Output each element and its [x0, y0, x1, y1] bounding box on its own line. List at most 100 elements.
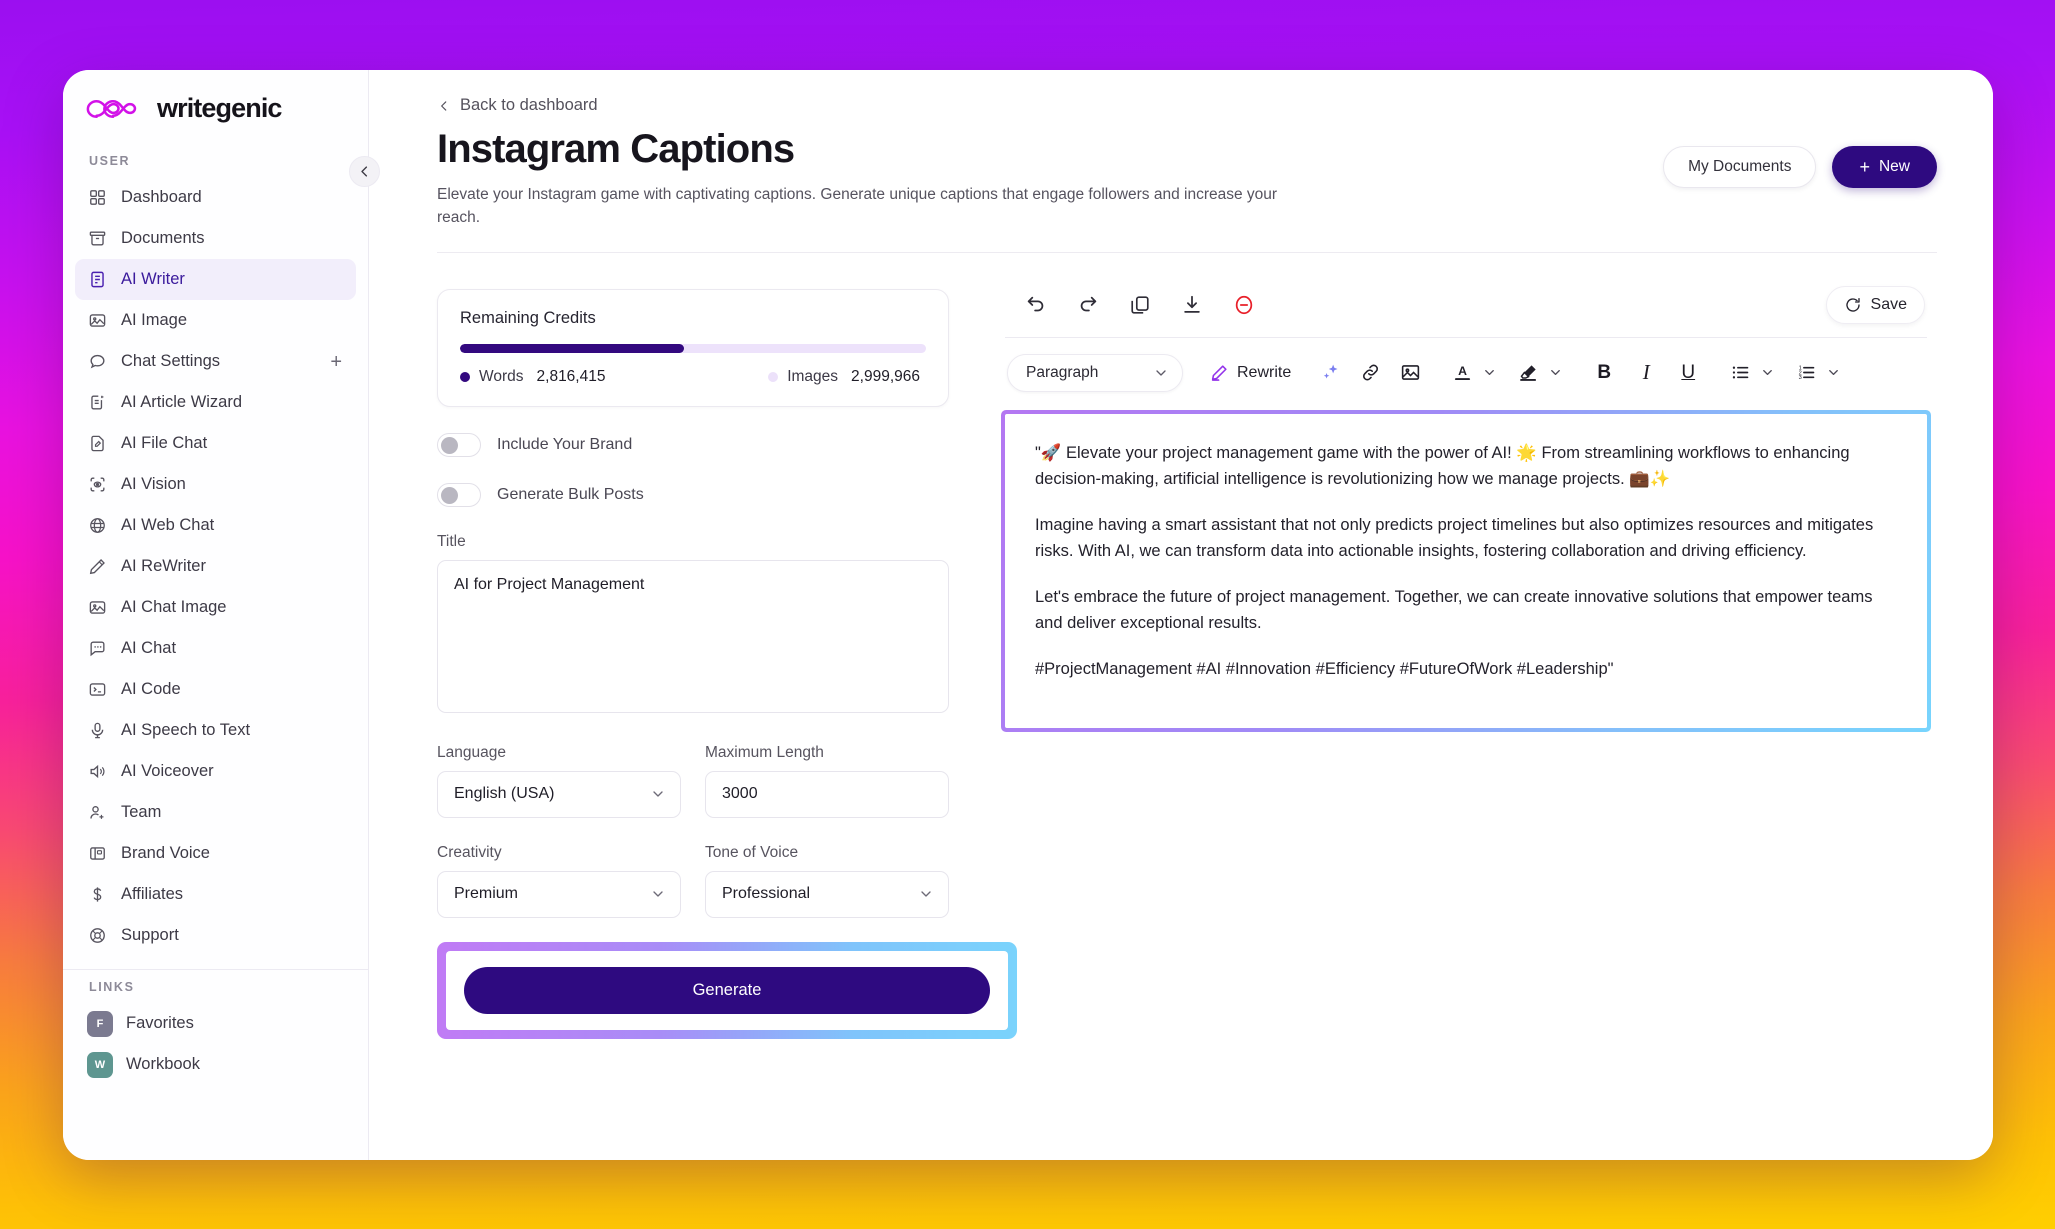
remaining-credits-card: Remaining Credits Words 2,816,415 Images: [437, 288, 949, 407]
editor-content[interactable]: "🚀 Elevate your project management game …: [1005, 413, 1927, 728]
chevron-down-icon[interactable]: [1757, 358, 1777, 388]
favorites-badge: F: [87, 1010, 113, 1037]
bold-button[interactable]: B: [1589, 358, 1619, 388]
sidebar-item-ai-rewriter[interactable]: AI ReWriter: [75, 546, 356, 587]
terminal-icon: [87, 679, 108, 700]
sidebar-item-label: Support: [121, 926, 179, 944]
sidebar-link-favorites[interactable]: F Favorites: [75, 1003, 356, 1044]
sidebar-item-label: Team: [121, 803, 162, 821]
language-select[interactable]: English (USA): [437, 770, 681, 818]
include-brand-toggle[interactable]: [437, 432, 481, 457]
sidebar-item-documents[interactable]: Documents: [75, 218, 356, 259]
document-text-icon: [87, 269, 108, 290]
underline-button[interactable]: U: [1673, 358, 1703, 388]
main-content: Back to dashboard Instagram Captions Ele…: [369, 70, 1993, 1160]
rewrite-button[interactable]: Rewrite: [1209, 363, 1291, 383]
sidebar-item-label: AI Web Chat: [121, 516, 215, 534]
sidebar-item-affiliates[interactable]: Affiliates: [75, 874, 356, 915]
sidebar-item-ai-chat[interactable]: AI Chat: [75, 628, 356, 669]
sidebar-link-workbook[interactable]: W Workbook: [75, 1044, 356, 1085]
microphone-icon: [87, 720, 108, 741]
chat-bubble-icon: [87, 351, 108, 372]
link-icon[interactable]: [1355, 358, 1385, 388]
undo-icon[interactable]: [1023, 292, 1049, 318]
max-length-input[interactable]: [705, 770, 949, 818]
delete-circle-icon[interactable]: [1231, 292, 1257, 318]
download-icon[interactable]: [1179, 292, 1205, 318]
article-wizard-icon: [87, 392, 108, 413]
toggle-knob: [441, 486, 458, 504]
sidebar-item-team[interactable]: Team: [75, 792, 356, 833]
back-link-label: Back to dashboard: [460, 96, 598, 114]
tone-of-voice-select[interactable]: Professional: [705, 870, 949, 918]
sidebar-item-label: AI Writer: [121, 270, 185, 288]
chevron-down-icon[interactable]: [1545, 358, 1565, 388]
generate-button[interactable]: Generate: [464, 966, 990, 1014]
credits-images: Images 2,999,966: [768, 368, 926, 386]
sidebar-item-label: AI Code: [121, 680, 181, 698]
sidebar-item-chat-settings[interactable]: Chat Settings +: [75, 341, 356, 382]
sidebar-item-ai-writer[interactable]: AI Writer: [75, 259, 356, 300]
sidebar-item-dashboard[interactable]: Dashboard: [75, 177, 356, 218]
title-input[interactable]: [437, 559, 949, 713]
numbered-list-icon[interactable]: 123: [1791, 358, 1821, 388]
chat-dots-icon: [87, 638, 108, 659]
sidebar-item-ai-image[interactable]: AI Image: [75, 300, 356, 341]
sidebar-item-ai-web-chat[interactable]: AI Web Chat: [75, 505, 356, 546]
italic-button[interactable]: I: [1631, 358, 1661, 388]
sidebar-item-label: Documents: [121, 229, 205, 247]
sidebar-item-support[interactable]: Support: [75, 915, 356, 956]
editor-highlight-frame: "🚀 Elevate your project management game …: [1001, 409, 1931, 732]
add-chat-icon[interactable]: +: [330, 352, 344, 372]
page-subtitle: Elevate your Instagram game with captiva…: [437, 186, 1278, 227]
italic-label: I: [1642, 360, 1650, 384]
image-icon: [87, 597, 108, 618]
sidebar-link-label: Favorites: [126, 1014, 194, 1032]
sidebar-item-ai-file-chat[interactable]: AI File Chat: [75, 423, 356, 464]
include-brand-label: Include Your Brand: [497, 435, 633, 453]
credits-title: Remaining Credits: [460, 308, 596, 327]
chevron-down-icon: [650, 786, 666, 802]
sidebar-item-ai-vision[interactable]: AI Vision: [75, 464, 356, 505]
copy-icon[interactable]: [1127, 292, 1153, 318]
sidebar-item-label: AI Vision: [121, 475, 186, 493]
text-color-icon[interactable]: A: [1447, 358, 1477, 388]
sidebar-item-ai-article-wizard[interactable]: AI Article Wizard: [75, 382, 356, 423]
sidebar-item-ai-chat-image[interactable]: AI Chat Image: [75, 587, 356, 628]
paragraph-style-select[interactable]: Paragraph: [1007, 353, 1183, 392]
sidebar-item-label: AI Image: [121, 311, 188, 329]
words-value: 2,816,415: [536, 367, 606, 385]
back-to-dashboard-link[interactable]: Back to dashboard: [437, 96, 598, 115]
chevron-down-icon[interactable]: [1479, 358, 1499, 388]
sidebar-item-label: AI Voiceover: [121, 762, 214, 780]
sidebar: writegenic USER Dashboard Documents AI W…: [63, 70, 369, 1160]
sidebar-item-label: Dashboard: [121, 188, 202, 206]
sidebar-item-ai-code[interactable]: AI Code: [75, 669, 356, 710]
my-documents-button[interactable]: My Documents: [1663, 146, 1817, 188]
new-document-button[interactable]: + New: [1832, 146, 1937, 188]
sidebar-item-label: AI Chat Image: [121, 598, 227, 616]
generate-bulk-posts-toggle[interactable]: [437, 482, 481, 507]
sidebar-item-label: Affiliates: [121, 885, 184, 903]
sidebar-item-brand-voice[interactable]: Brand Voice: [75, 833, 356, 874]
collapse-sidebar-button[interactable]: [349, 156, 380, 187]
bullet-list-icon[interactable]: [1725, 358, 1755, 388]
save-button[interactable]: Save: [1825, 285, 1925, 324]
language-field-label: Language: [437, 743, 506, 761]
sidebar-item-ai-speech-to-text[interactable]: AI Speech to Text: [75, 710, 356, 751]
toggle-knob: [441, 436, 458, 454]
editor-paragraph: #ProjectManagement #AI #Innovation #Effi…: [1035, 659, 1614, 678]
insert-image-icon[interactable]: [1395, 358, 1425, 388]
vision-scan-icon: [87, 474, 108, 495]
ai-sparkle-icon[interactable]: [1315, 358, 1345, 388]
brand-logo[interactable]: writegenic: [63, 70, 368, 144]
creativity-select[interactable]: Premium: [437, 870, 681, 918]
sidebar-item-ai-voiceover[interactable]: AI Voiceover: [75, 751, 356, 792]
rewrite-pencil-icon: [1211, 364, 1227, 381]
redo-icon[interactable]: [1075, 292, 1101, 318]
user-plus-icon: [87, 802, 108, 823]
editor-top-toolbar: Save: [1001, 283, 1931, 327]
chevron-down-icon: [1153, 365, 1169, 381]
highlight-color-icon[interactable]: [1513, 358, 1543, 388]
chevron-down-icon[interactable]: [1823, 358, 1843, 388]
